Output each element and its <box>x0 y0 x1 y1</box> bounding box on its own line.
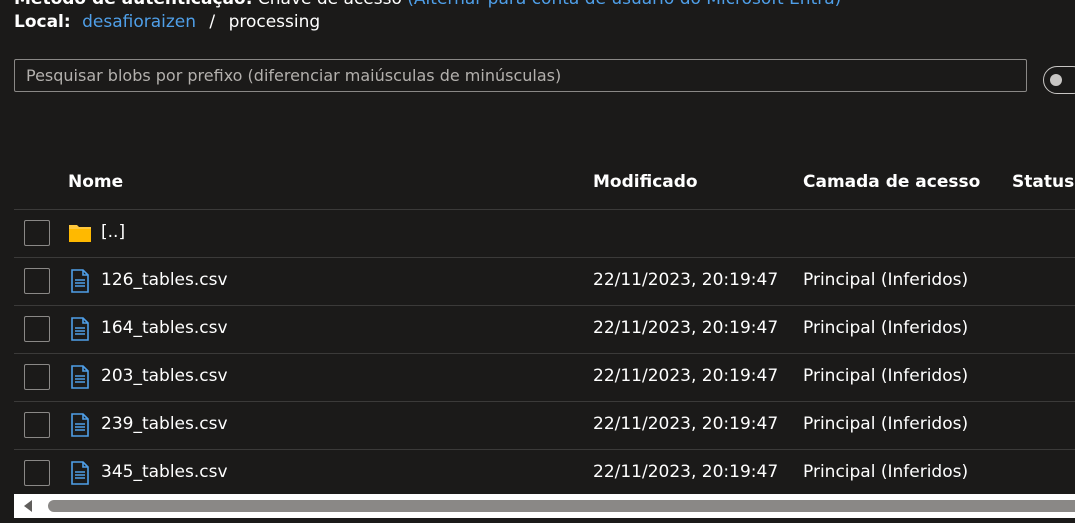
horizontal-scrollbar[interactable] <box>14 494 1075 518</box>
blob-modified: 22/11/2023, 20:19:47 <box>593 366 779 386</box>
auth-method-label: Método de autenticação: <box>14 0 253 9</box>
scroll-left-icon[interactable] <box>24 500 32 512</box>
row-checkbox[interactable] <box>24 364 50 390</box>
blob-name-link[interactable]: 164_tables.csv <box>101 318 228 338</box>
blob-name-link[interactable]: 126_tables.csv <box>101 270 228 290</box>
column-header-status[interactable]: Status d <box>1012 172 1075 192</box>
toggle-knob <box>1050 74 1062 86</box>
blob-modified: 22/11/2023, 20:19:47 <box>593 462 779 482</box>
show-deleted-toggle[interactable] <box>1043 66 1075 94</box>
blob-access-tier: Principal (Inferidos) <box>803 270 969 290</box>
blob-list: Nome Modificado Camada de acesso Status … <box>14 160 1075 498</box>
file-icon <box>71 269 89 293</box>
blob-modified: 22/11/2023, 20:19:47 <box>593 318 779 338</box>
file-icon <box>71 413 89 437</box>
blob-modified: 22/11/2023, 20:19:47 <box>593 270 779 290</box>
row-checkbox[interactable] <box>24 220 50 246</box>
blob-name-link[interactable]: 239_tables.csv <box>101 414 228 434</box>
column-header-access-tier[interactable]: Camada de acesso <box>803 172 980 192</box>
row-checkbox[interactable] <box>24 412 50 438</box>
parent-directory-row[interactable]: [..] <box>14 210 1075 258</box>
table-row[interactable]: 203_tables.csv 22/11/2023, 20:19:47 Prin… <box>14 354 1075 402</box>
row-checkbox[interactable] <box>24 316 50 342</box>
auth-method-value: Chave de acesso <box>258 0 402 9</box>
table-row[interactable]: 239_tables.csv 22/11/2023, 20:19:47 Prin… <box>14 402 1075 450</box>
blob-access-tier: Principal (Inferidos) <box>803 414 969 434</box>
file-icon <box>71 365 89 389</box>
blob-access-tier: Principal (Inferidos) <box>803 462 969 482</box>
row-checkbox[interactable] <box>24 268 50 294</box>
breadcrumb-current-folder: processing <box>228 12 321 32</box>
breadcrumb-container-link[interactable]: desafioraizen <box>82 12 196 32</box>
search-blobs-input[interactable] <box>14 59 1027 92</box>
location-label: Local: <box>14 12 71 32</box>
row-checkbox[interactable] <box>24 460 50 486</box>
breadcrumb-separator: / <box>209 12 216 32</box>
table-row[interactable]: 164_tables.csv 22/11/2023, 20:19:47 Prin… <box>14 306 1075 354</box>
blob-name-link[interactable]: 345_tables.csv <box>101 462 228 482</box>
auth-method-line: Método de autenticação: Chave de acesso … <box>14 0 841 9</box>
blob-name-link[interactable]: 203_tables.csv <box>101 366 228 386</box>
file-icon <box>71 317 89 341</box>
table-row[interactable]: 126_tables.csv 22/11/2023, 20:19:47 Prin… <box>14 258 1075 306</box>
switch-auth-link[interactable]: (Alternar para conta de usuário do Micro… <box>407 0 841 9</box>
parent-directory-label[interactable]: [..] <box>101 222 125 242</box>
column-header-name[interactable]: Nome <box>68 172 123 192</box>
column-header-modified[interactable]: Modificado <box>593 172 698 192</box>
folder-icon <box>69 225 91 242</box>
blob-modified: 22/11/2023, 20:19:47 <box>593 414 779 434</box>
blob-list-header: Nome Modificado Camada de acesso Status … <box>14 160 1075 210</box>
blob-access-tier: Principal (Inferidos) <box>803 366 969 386</box>
file-icon <box>71 461 89 485</box>
blob-access-tier: Principal (Inferidos) <box>803 318 969 338</box>
scrollbar-thumb[interactable] <box>48 500 1075 512</box>
breadcrumb: Local: desafioraizen / processing <box>14 12 320 32</box>
table-row[interactable]: 345_tables.csv 22/11/2023, 20:19:47 Prin… <box>14 450 1075 498</box>
